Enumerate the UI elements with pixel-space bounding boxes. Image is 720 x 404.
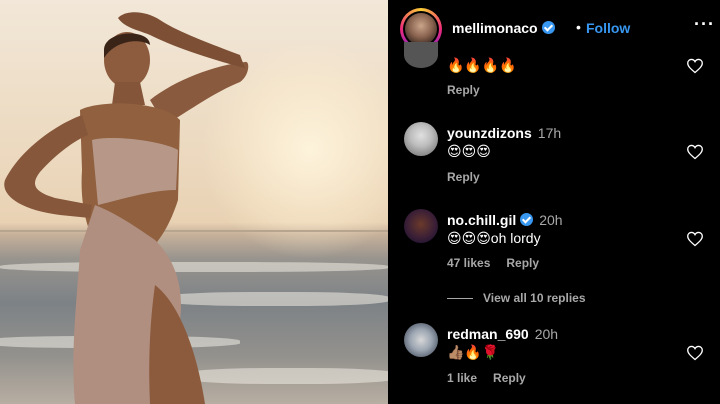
reply-button[interactable]: Reply	[493, 371, 526, 385]
reply-button[interactable]: Reply	[506, 256, 539, 270]
comments-panel: mellimonaco • Follow ··· 🔥🔥🔥🔥 Reply youn…	[388, 0, 720, 404]
comment-meta: 47 likes Reply	[447, 256, 539, 270]
comment-time: 20h	[539, 212, 563, 228]
commenter-username[interactable]: no.chill.gil 20h	[447, 212, 563, 228]
header-separator: •	[576, 19, 581, 35]
comment-text: 🔥🔥🔥🔥	[447, 57, 517, 73]
commenter-avatar[interactable]	[404, 122, 438, 156]
commenter-username[interactable]: younzdizons 17h	[447, 125, 561, 141]
verified-badge-icon	[541, 21, 555, 34]
view-replies-button[interactable]: View all 10 replies	[447, 291, 586, 305]
author-username[interactable]: mellimonaco	[452, 20, 555, 36]
more-options-icon[interactable]: ···	[694, 14, 715, 35]
commenter-avatar[interactable]	[404, 323, 438, 357]
heart-icon[interactable]	[686, 345, 704, 361]
comment-meta: 1 like Reply	[447, 371, 526, 385]
comment-text: 😍😍😍	[447, 143, 491, 159]
likes-count[interactable]: 47 likes	[447, 256, 490, 270]
model-figure	[4, 12, 249, 404]
comment-text: 👍🏽🔥🌹	[447, 344, 500, 360]
commenter-username[interactable]: redman_690 20h	[447, 326, 558, 342]
divider-line	[447, 298, 473, 300]
follow-button[interactable]: Follow	[586, 20, 630, 36]
comment-time: 20h	[534, 326, 559, 342]
comment-meta: Reply	[447, 83, 480, 97]
heart-icon[interactable]	[686, 144, 704, 160]
heart-icon[interactable]	[686, 58, 704, 74]
reply-button[interactable]: Reply	[447, 170, 480, 184]
verified-badge-icon	[520, 213, 534, 226]
likes-count[interactable]: 1 like	[447, 371, 477, 385]
comment-text: 😍😍😍oh lordy	[447, 230, 541, 246]
comment-meta: Reply	[447, 170, 480, 184]
commenter-avatar[interactable]	[404, 209, 438, 243]
post-photo[interactable]	[0, 0, 388, 404]
heart-icon[interactable]	[686, 231, 704, 247]
commenter-avatar[interactable]	[404, 42, 438, 68]
reply-button[interactable]: Reply	[447, 83, 480, 97]
comment-time: 17h	[537, 125, 562, 141]
